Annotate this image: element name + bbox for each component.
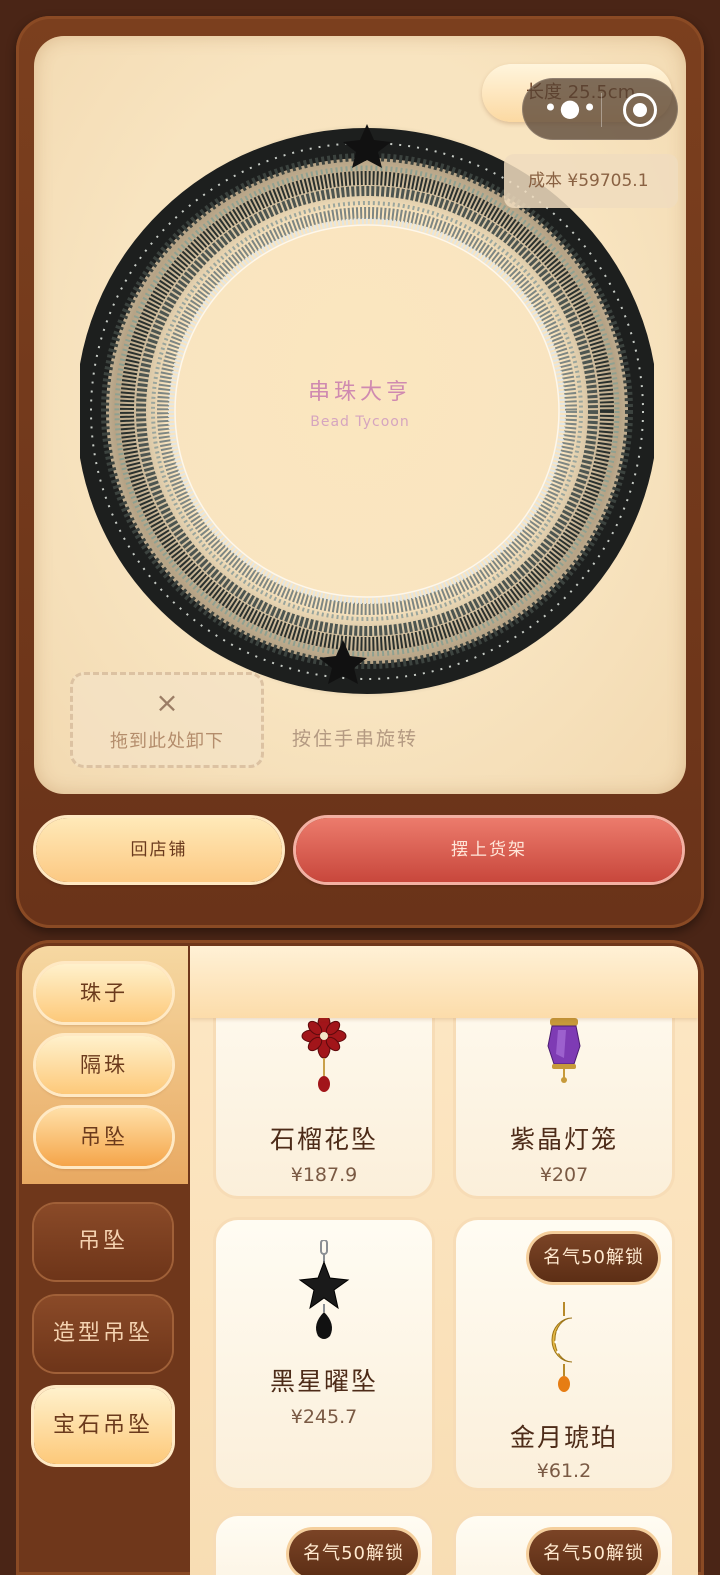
put-on-shelf-button[interactable]: 摆上货架 <box>296 818 682 882</box>
tab-beads[interactable]: 珠子 <box>36 964 172 1022</box>
target-close-icon[interactable] <box>623 93 657 127</box>
subtab-pendant[interactable]: 吊坠 <box>34 1204 172 1280</box>
back-to-shop-button[interactable]: 回店铺 <box>36 818 282 882</box>
item-card[interactable]: 黑星曜坠 ¥245.7 <box>216 1220 432 1488</box>
garnet-flower-pendant-icon <box>301 1014 347 1092</box>
item-price: ¥245.7 <box>290 1406 358 1428</box>
item-card[interactable]: 名气50解锁 <box>456 1516 672 1575</box>
unlock-requirement-badge: 名气50解锁 <box>529 1234 658 1282</box>
item-card[interactable]: 名气50解锁 <box>216 1516 432 1575</box>
unload-drop-zone[interactable]: × 拖到此处卸下 <box>70 672 264 768</box>
mini-program-capsule: •●• <box>522 78 678 140</box>
amethyst-lantern-pendant-icon <box>547 1018 581 1083</box>
close-icon: × <box>155 686 179 719</box>
tab-pendants[interactable]: 吊坠 <box>36 1108 172 1166</box>
item-price: ¥187.9 <box>290 1164 358 1186</box>
item-price: ¥61.2 <box>536 1460 592 1482</box>
subtab-shaped-pendant[interactable]: 造型吊坠 <box>34 1296 172 1372</box>
gold-moon-amber-pendant-icon <box>551 1302 573 1392</box>
bracelet-stage[interactable]: 串珠大亨 Bead Tycoon 长度 25.5cm 成本 ¥59705.1 ×… <box>34 36 686 794</box>
item-name: 金月琥珀 <box>509 1423 618 1452</box>
item-name: 石榴花坠 <box>269 1125 378 1154</box>
rotate-hint: 按住手串旋转 <box>292 728 419 750</box>
item-price: ¥207 <box>539 1164 589 1186</box>
item-name: 黑星曜坠 <box>269 1367 378 1396</box>
drop-zone-label: 拖到此处卸下 <box>110 731 224 752</box>
cost-badge: 成本 ¥59705.1 <box>504 154 678 208</box>
item-grid-header <box>190 946 698 1018</box>
tab-spacers[interactable]: 隔珠 <box>36 1036 172 1094</box>
item-name: 紫晶灯笼 <box>509 1125 618 1154</box>
more-dots-icon[interactable]: •●• <box>541 79 601 141</box>
black-star-pendant-icon <box>298 1240 350 1339</box>
item-grid[interactable]: 石榴花坠 ¥187.9 紫晶灯笼 ¥207 黑星曜坠 ¥245.7 名气50解锁… <box>190 946 698 1575</box>
capsule-divider <box>601 93 602 127</box>
category-tabs: 珠子 隔珠 吊坠 <box>22 946 188 1184</box>
brand-subtitle: Bead Tycoon <box>310 414 410 430</box>
brand-title: 串珠大亨 <box>307 380 412 405</box>
unlock-requirement-badge: 名气50解锁 <box>289 1530 418 1575</box>
bracelet-preview[interactable] <box>76 124 658 698</box>
item-card[interactable]: 名气50解锁 金月琥珀 ¥61.2 <box>456 1220 672 1488</box>
unlock-requirement-badge: 名气50解锁 <box>529 1530 658 1575</box>
shop-panel: 珠子 隔珠 吊坠 吊坠 造型吊坠 宝石吊坠 石榴花坠 ¥187.9 紫晶灯笼 ¥… <box>16 940 704 1575</box>
bracelet-workbench: 串珠大亨 Bead Tycoon 长度 25.5cm 成本 ¥59705.1 ×… <box>16 16 704 928</box>
subtab-gem-pendant[interactable]: 宝石吊坠 <box>34 1388 172 1464</box>
